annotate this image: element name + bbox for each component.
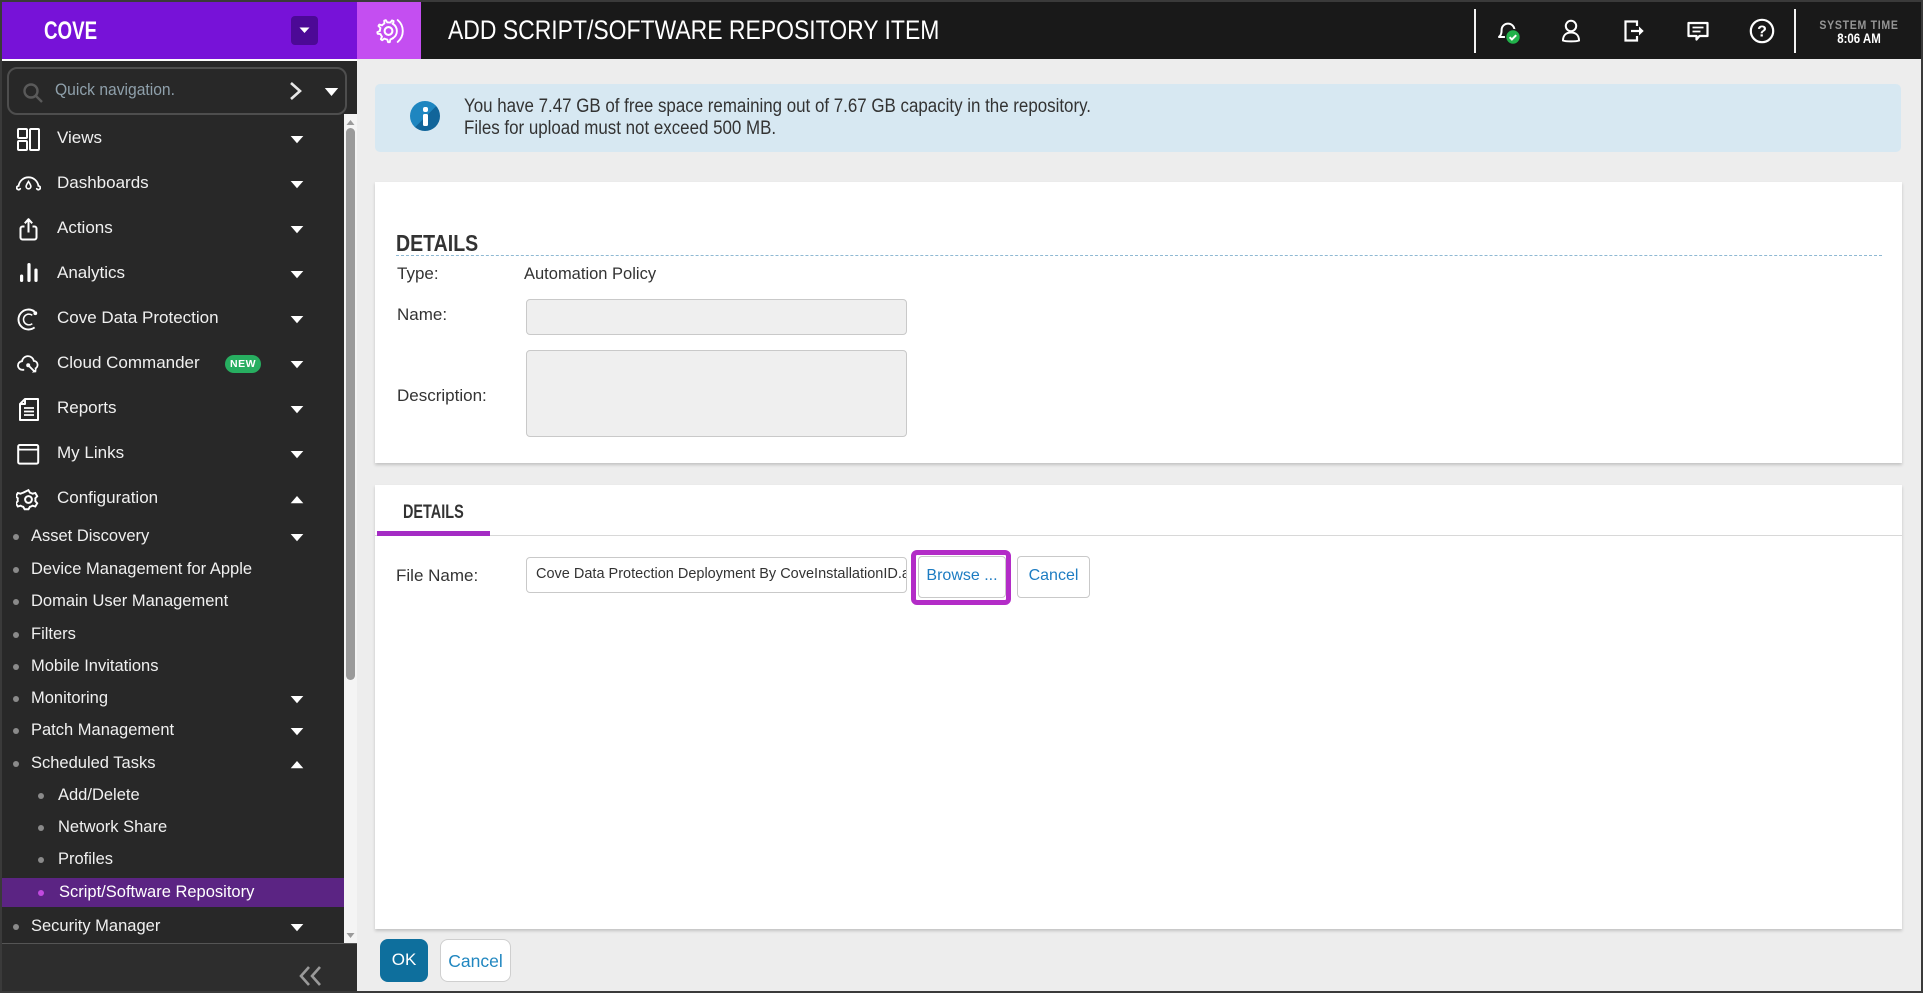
- svg-text:?: ?: [1757, 24, 1767, 41]
